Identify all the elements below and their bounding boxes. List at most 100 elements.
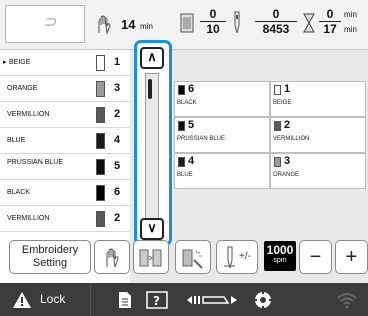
time-fraction: 0 17: [319, 7, 341, 36]
hourglass-icon: [303, 13, 315, 33]
scroll-down-button[interactable]: ∨: [140, 218, 164, 240]
tension-button[interactable]: +/-: [216, 240, 258, 274]
thread-color-chip: [96, 133, 105, 149]
elapsed-time: 0: [326, 7, 334, 21]
thread-number: 1: [284, 83, 291, 95]
tension-label: +/-: [239, 251, 251, 262]
thread-color-chip: [274, 157, 281, 167]
help-icon[interactable]: ?: [146, 291, 168, 309]
warning-icon: [13, 292, 31, 308]
svg-text:?: ?: [153, 294, 160, 308]
sewing-time-value: 14: [121, 17, 136, 32]
speed-increase-button[interactable]: +: [335, 240, 368, 274]
list-item[interactable]: ORANGE 3: [0, 76, 130, 102]
embroidery-setting-label-2: Setting: [32, 257, 68, 269]
thread-number: 3: [114, 82, 121, 94]
thread-name: BEIGE: [9, 59, 31, 66]
speed-decrease-button[interactable]: −: [299, 240, 332, 274]
thread-number: 2: [284, 119, 291, 131]
document-icon[interactable]: [118, 291, 132, 309]
needle-tension-icon: [224, 246, 235, 269]
thread-number: 4: [188, 155, 195, 167]
thread-number: 5: [114, 160, 121, 172]
lock-label: Lock: [40, 292, 66, 306]
hand-button[interactable]: [94, 240, 130, 274]
scroll-control[interactable]: ∧ ∨: [134, 40, 172, 246]
thread-color-chip: [178, 157, 185, 167]
thread-name: ORANGE: [273, 172, 300, 178]
thread-name: BLUE: [7, 137, 26, 144]
thread-name: ORANGE: [7, 85, 38, 92]
needle-icon: [234, 11, 240, 34]
thread-color-chip: [96, 211, 105, 227]
thread-color-chip: [96, 159, 105, 175]
spool-wand-icon: [182, 249, 203, 269]
thread-number: 4: [114, 134, 121, 146]
thread-name: BLUE: [177, 172, 193, 178]
presser-foot-swap-icon[interactable]: [186, 293, 238, 307]
thread-color-chip: [96, 55, 105, 71]
thread-grid-cell[interactable]: 1 BEIGE: [270, 81, 366, 117]
thread-number: 2: [114, 108, 121, 120]
thread-name: BEIGE: [273, 100, 292, 106]
pattern-preview: ⊃: [5, 5, 85, 43]
thread-color-chip: [274, 85, 281, 95]
selected-marker: ▸: [3, 59, 7, 66]
thread-sort-button[interactable]: [133, 240, 169, 274]
settings-icon[interactable]: [253, 290, 273, 310]
thread-name: VERMILLION: [273, 136, 310, 142]
thread-name: VERMILLION: [7, 111, 50, 118]
embroidery-setting-button[interactable]: Embroidery Setting: [9, 240, 91, 274]
thread-color-chip: [96, 107, 105, 123]
thread-number: 6: [188, 83, 195, 95]
speed-value: 1000: [266, 243, 294, 257]
scroll-thumb[interactable]: [148, 79, 152, 99]
list-item[interactable]: BLACK 6: [0, 180, 130, 206]
list-item[interactable]: VERMILLION 2: [0, 102, 130, 128]
speed-unit: spm: [273, 257, 287, 264]
thread-name: PRUSSIAN BLUE: [177, 136, 226, 142]
thread-sort-icon: [139, 249, 162, 267]
remaining-unit: min: [344, 25, 357, 34]
pattern-glyph: ⊃: [43, 14, 57, 31]
thread-number: 1: [114, 56, 121, 68]
thread-color-chip: [274, 121, 281, 131]
color-change-button[interactable]: [175, 240, 211, 274]
thread-color-chip: [96, 185, 105, 201]
thread-number: 2: [114, 212, 121, 224]
thread-name: BLACK: [177, 100, 197, 106]
thread-grid-cell[interactable]: 2 VERMILLION: [270, 117, 366, 153]
thread-grid-cell[interactable]: 3 ORANGE: [270, 153, 366, 189]
thread-number: 6: [114, 186, 121, 198]
lock-button[interactable]: Lock: [6, 283, 91, 316]
color-order-current: 0: [209, 7, 217, 21]
stitch-count-done: 0: [272, 7, 280, 21]
scroll-up-button[interactable]: ∧: [140, 47, 164, 69]
elapsed-unit: min: [344, 10, 357, 19]
spool-progress-icon: [180, 13, 194, 33]
thread-name: PRUSSIAN BLUE: [7, 159, 64, 166]
hand-timer-icon: [98, 15, 111, 35]
thread-grid-cell[interactable]: 4 BLUE: [174, 153, 270, 189]
bottom-bar: Lock ?: [0, 283, 368, 316]
thread-name: BLACK: [7, 189, 30, 196]
wifi-icon[interactable]: [336, 291, 358, 309]
thread-grid-cell[interactable]: 6 BLACK: [174, 81, 270, 117]
thread-number: 5: [188, 119, 195, 131]
stitch-count-total: 8453: [255, 21, 297, 36]
list-item[interactable]: VERMILLION 2: [0, 206, 130, 232]
thread-number: 3: [284, 155, 291, 167]
thread-color-chip: [178, 85, 185, 95]
thread-color-chip: [96, 81, 105, 97]
sewing-time-unit: min: [140, 22, 153, 31]
stitch-count-fraction: 0 8453: [255, 7, 297, 36]
list-item[interactable]: BLUE 4: [0, 128, 130, 154]
list-item[interactable]: PRUSSIAN BLUE 5: [0, 154, 130, 180]
thread-grid-cell[interactable]: 5 PRUSSIAN BLUE: [174, 117, 270, 153]
hand-icon: [106, 248, 119, 268]
remaining-time: 17: [319, 21, 341, 36]
speed-display: 1000 spm: [264, 241, 296, 271]
embroidery-setting-label-1: Embroidery: [21, 244, 79, 256]
list-item[interactable]: ▸ BEIGE 1: [0, 50, 130, 76]
status-header: ⊃ 14 min 0 10 0 8453 0 17 min min: [0, 0, 368, 50]
